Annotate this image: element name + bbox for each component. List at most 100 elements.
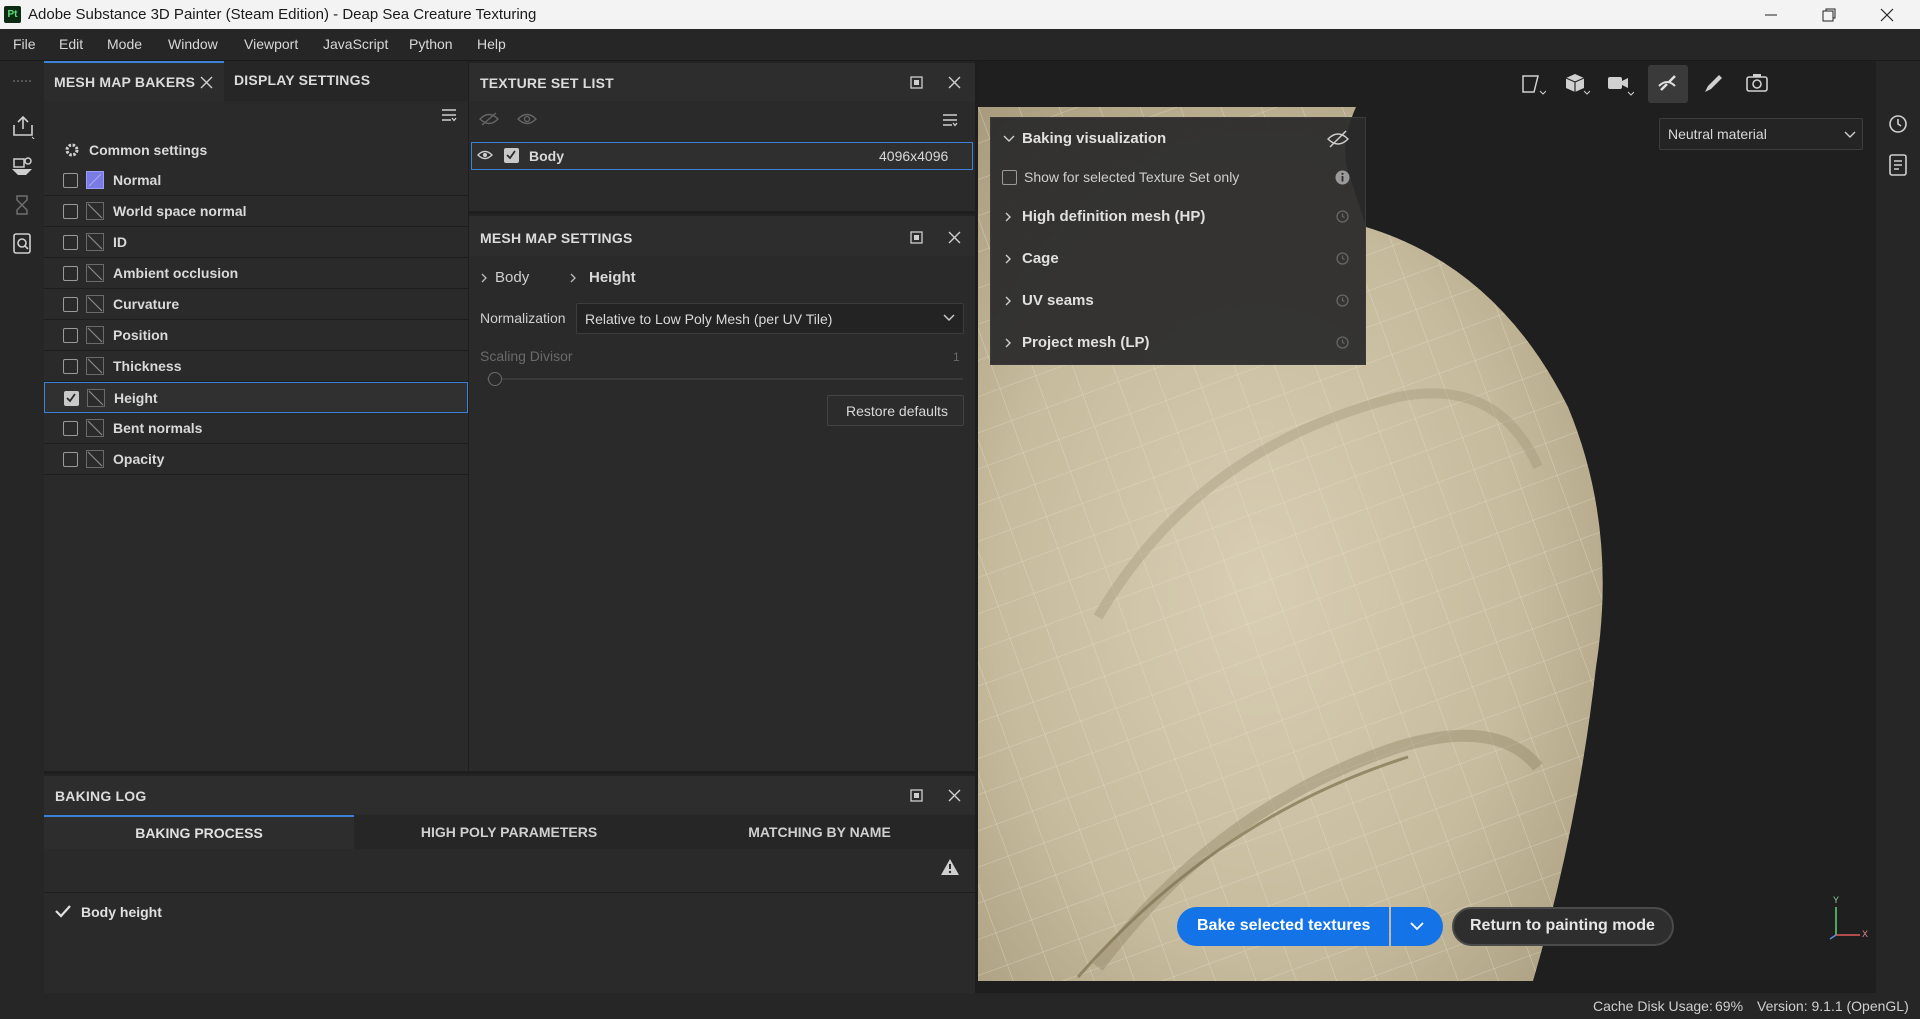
restore-defaults-button[interactable]: Restore defaults — [827, 395, 964, 426]
tab-baking-process-label: BAKING PROCESS — [135, 825, 263, 841]
common-settings-row[interactable]: Common settings — [44, 135, 468, 165]
texture-set-menu-icon[interactable] — [941, 111, 959, 129]
show-selected-only-row[interactable]: Show for selected Texture Set only — [991, 160, 1367, 196]
chevron-down-icon — [1844, 131, 1856, 139]
texture-set-list-panel: TEXTURE SET LIST Body 4096x4096 — [469, 61, 975, 211]
restore-button[interactable] — [1800, 0, 1858, 29]
menu-python[interactable]: Python — [409, 36, 453, 52]
menu-help[interactable]: Help — [477, 36, 506, 52]
close-window-button[interactable] — [1858, 0, 1916, 29]
reset-icon[interactable] — [1335, 293, 1350, 308]
map-row-bent-normals[interactable]: Bent normals — [44, 413, 468, 444]
close-panel-icon[interactable] — [948, 789, 961, 802]
panel-menu-icon[interactable] — [440, 106, 458, 124]
reset-icon[interactable] — [1335, 335, 1350, 350]
visibility-hidden-icon[interactable] — [479, 111, 499, 127]
hourglass-icon — [10, 193, 34, 217]
search-document-icon[interactable] — [10, 231, 34, 255]
map-checkbox[interactable] — [63, 235, 78, 250]
bv-section-row[interactable]: UV seams — [991, 280, 1367, 322]
3d-view-icon[interactable] — [1564, 72, 1590, 96]
history-icon[interactable] — [1887, 113, 1909, 135]
export-icon[interactable] — [10, 113, 35, 139]
map-checkbox[interactable] — [63, 328, 78, 343]
visibility-icon[interactable] — [517, 111, 537, 127]
reset-icon[interactable] — [1335, 209, 1350, 224]
warning-icon[interactable] — [940, 858, 960, 876]
bv-section-label: Cage — [1022, 250, 1059, 267]
menu-edit[interactable]: Edit — [59, 36, 83, 52]
visibility-off-icon[interactable] — [1327, 130, 1349, 148]
map-label: Thickness — [113, 358, 182, 374]
map-row-position[interactable]: Position — [44, 320, 468, 351]
shelf-icon[interactable] — [10, 153, 34, 177]
breadcrumb-height[interactable]: Height — [589, 269, 636, 286]
menu-javascript[interactable]: JavaScript — [323, 36, 388, 52]
map-row-normal[interactable]: Normal — [44, 165, 468, 196]
screenshot-camera-icon[interactable] — [1746, 73, 1768, 93]
map-row-thickness[interactable]: Thickness — [44, 351, 468, 382]
chevron-right-icon — [1004, 337, 1012, 349]
bake-options-dropdown[interactable] — [1391, 907, 1443, 946]
show-selected-only-checkbox[interactable] — [1002, 170, 1017, 185]
mesh-map-bakers-panel: MESH MAP BAKERS DISPLAY SETTINGS Common … — [44, 61, 468, 771]
texture-set-row-body[interactable]: Body 4096x4096 — [471, 142, 973, 170]
uv-view-icon[interactable] — [1520, 73, 1546, 95]
map-row-id[interactable]: ID — [44, 227, 468, 258]
paint-brush-icon[interactable] — [1702, 73, 1724, 95]
maximize-icon[interactable] — [910, 76, 924, 90]
baking-mode-button[interactable] — [1648, 65, 1688, 103]
menu-mode[interactable]: Mode — [107, 36, 142, 52]
mesh-map-settings-header: MESH MAP SETTINGS — [469, 214, 975, 256]
return-to-painting-mode-button[interactable]: Return to painting mode — [1452, 907, 1674, 946]
info-icon[interactable] — [1335, 170, 1350, 185]
scaling-divisor-slider[interactable] — [487, 378, 963, 380]
map-row-opacity[interactable]: Opacity — [44, 444, 468, 475]
minimize-button[interactable] — [1742, 0, 1800, 29]
map-checkbox[interactable] — [63, 204, 78, 219]
map-checkbox[interactable] — [63, 173, 78, 188]
camera-icon[interactable] — [1606, 74, 1634, 96]
tab-matching-by-name[interactable]: MATCHING BY NAME — [664, 815, 975, 849]
maximize-icon[interactable] — [910, 789, 924, 803]
map-checkbox[interactable] — [63, 359, 78, 374]
bake-selected-textures-button[interactable]: Bake selected textures — [1177, 907, 1389, 946]
slider-handle[interactable] — [488, 372, 502, 386]
tab-high-poly-parameters-label: HIGH POLY PARAMETERS — [420, 824, 598, 840]
eye-icon[interactable] — [477, 149, 493, 161]
bv-section-row[interactable]: High definition mesh (HP) — [991, 196, 1367, 238]
reset-icon[interactable] — [1335, 251, 1350, 266]
check-icon — [55, 904, 71, 918]
map-checkbox[interactable] — [63, 421, 78, 436]
menu-file[interactable]: File — [13, 36, 36, 52]
close-tab-icon[interactable] — [200, 76, 213, 89]
axis-x-label: X — [1862, 929, 1869, 939]
menu-window[interactable]: Window — [168, 36, 218, 52]
material-select[interactable]: Neutral material — [1659, 118, 1863, 150]
map-checkbox[interactable] — [63, 297, 78, 312]
tab-high-poly-parameters[interactable]: HIGH POLY PARAMETERS — [354, 815, 664, 849]
normalization-select[interactable]: Relative to Low Poly Mesh (per UV Tile) — [576, 303, 964, 334]
tab-baking-process[interactable]: BAKING PROCESS — [44, 815, 354, 849]
map-row-ambient-occlusion[interactable]: Ambient occlusion — [44, 258, 468, 289]
baking-visualization-header[interactable]: Baking visualization — [991, 118, 1367, 160]
map-checkbox[interactable] — [64, 391, 79, 406]
viewport-3d[interactable]: Neutral material Baking visualization Sh… — [978, 61, 1876, 981]
close-panel-icon[interactable] — [948, 231, 961, 244]
menu-viewport[interactable]: Viewport — [244, 36, 298, 52]
map-checkbox[interactable] — [63, 266, 78, 281]
map-row-curvature[interactable]: Curvature — [44, 289, 468, 320]
breadcrumb-body[interactable]: Body — [495, 269, 529, 286]
map-row-height[interactable]: Height — [44, 382, 468, 413]
texture-set-checkbox[interactable] — [504, 148, 519, 163]
close-panel-icon[interactable] — [948, 76, 961, 89]
map-row-world-space-normal[interactable]: World space normal — [44, 196, 468, 227]
maximize-icon[interactable] — [910, 231, 924, 245]
tab-mesh-map-bakers[interactable]: MESH MAP BAKERS — [44, 61, 224, 101]
map-checkbox[interactable] — [63, 452, 78, 467]
bv-section-row[interactable]: Cage — [991, 238, 1367, 280]
tab-display-settings[interactable]: DISPLAY SETTINGS — [224, 61, 374, 101]
baking-log-header: BAKING LOG — [44, 774, 975, 814]
log-document-icon[interactable] — [1888, 154, 1908, 176]
bv-section-row[interactable]: Project mesh (LP) — [991, 322, 1367, 364]
